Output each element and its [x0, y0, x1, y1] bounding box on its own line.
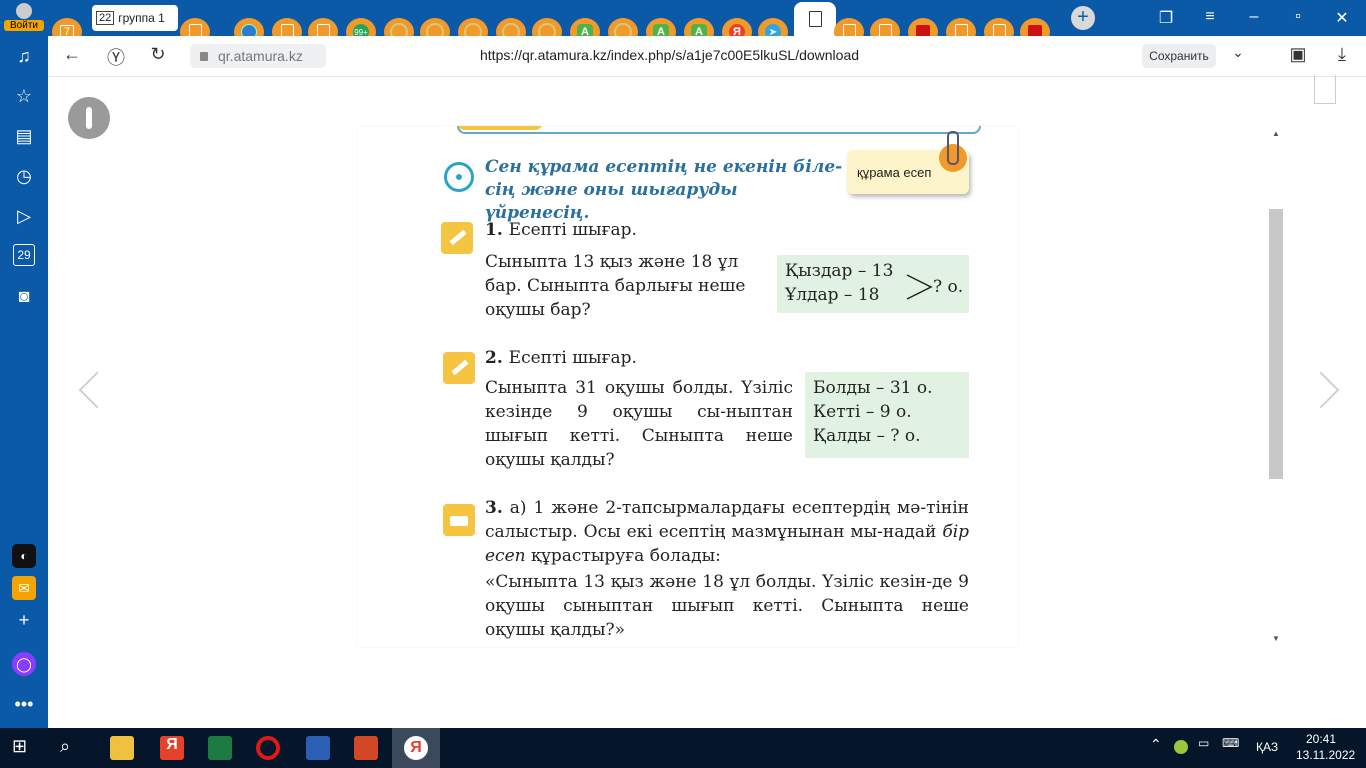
task2-heading: Есепті шығар. — [508, 348, 637, 368]
more-icon[interactable]: ••• — [12, 692, 36, 716]
star-icon[interactable]: ☆ — [12, 84, 36, 108]
add-panel-icon[interactable]: + — [12, 608, 36, 632]
task2-number: 2. — [485, 348, 503, 368]
task1-text: Сыныпта 13 қыз және 18 ұл бар. Сыныпта б… — [485, 252, 746, 320]
tab-group[interactable]: 22 группа 1 — [92, 5, 178, 31]
bookmark-icon[interactable] — [1314, 75, 1336, 104]
task1-heading: Есепті шығар. — [508, 220, 637, 240]
task1-hint-box: Қыздар – 13 Ұлдар – 18 ? о. — [777, 255, 969, 313]
clock-time[interactable]: 20:41 — [1306, 732, 1336, 746]
login-label: Войти — [4, 20, 44, 31]
page-scrollbar[interactable]: ▲ ▼ — [1269, 129, 1285, 646]
tabs-menu-icon[interactable]: ❐ — [1156, 8, 1176, 28]
header-decoration — [457, 126, 981, 134]
pencil-task-icon — [443, 352, 475, 384]
clock-date[interactable]: 13.11.2022 — [1296, 748, 1355, 762]
lesson-goal: Сен құрама есептің не екенін біле-сің жә… — [485, 157, 843, 223]
word-icon[interactable] — [306, 736, 330, 760]
keyboard-icon[interactable]: ⌨ — [1222, 736, 1239, 750]
tab-bar: Войти 7 22 группа 1 99+ A A A Я ➤ + ❐ ≡ … — [0, 0, 1366, 46]
yandex-browser-icon[interactable]: Я — [160, 736, 184, 760]
windows-start-icon[interactable]: ⊞ — [12, 736, 36, 760]
paperclip-icon — [947, 131, 959, 165]
excel-icon[interactable] — [208, 736, 232, 760]
windows-taskbar: ⊞ ⌕ Я Я ⌃ ▭ ⌨ ҚАЗ 20:41 13.11.2022 — [0, 728, 1366, 768]
task3-part2: құрастыруға болады: — [531, 546, 721, 566]
task2-title: 2. Есепті шығар. — [485, 346, 637, 370]
calendar-icon[interactable]: 29 — [13, 244, 35, 266]
menu-icon[interactable]: ≡ — [1200, 8, 1220, 26]
task1-number: 1. — [485, 220, 503, 240]
textbook-page: Сен құрама есептің не екенін біле-сің жә… — [357, 126, 1018, 647]
url-field[interactable]: https://qr.atamura.kz/index.php/s/a1je7c… — [480, 47, 859, 63]
search-icon[interactable]: ⌕ — [60, 736, 84, 760]
mail-icon[interactable]: ✉ — [12, 576, 36, 600]
address-bar: ← Ⓨ ↻ qr.atamura.kz https://qr.atamura.k… — [48, 36, 1366, 77]
reload-icon[interactable]: ↻ — [146, 44, 170, 65]
document-viewer: Сен құрама есептің не екенін біле-сің жә… — [48, 75, 1366, 728]
opera-icon[interactable] — [256, 736, 280, 760]
book-task-icon — [443, 504, 475, 536]
task3-text: 3. а) 1 және 2-тапсырмалардағы есептерді… — [485, 496, 969, 568]
yandex-home-icon[interactable]: Ⓨ — [104, 44, 128, 70]
tray-app-icon[interactable] — [1174, 740, 1188, 754]
group-label: группа 1 — [118, 11, 165, 25]
scroll-thumb[interactable] — [1269, 209, 1283, 479]
powerpoint-icon[interactable] — [354, 736, 378, 760]
browser-sidebar: ♫ ☆ ▤ ◷ ▷ 29 ◙ ◐ ✉ + ◯ ••• — [0, 36, 48, 728]
collections-icon[interactable]: ▤ — [12, 124, 36, 148]
chevron-down-icon[interactable]: ⌄ — [1226, 44, 1250, 61]
minimize-icon[interactable]: – — [1244, 8, 1264, 26]
task3-quote: «Сыныпта 13 қыз және 18 ұл болды. Үзіліс… — [485, 572, 969, 640]
task2-box-line2: Кетті – 9 о. — [813, 402, 912, 422]
language-indicator[interactable]: ҚАЗ — [1256, 740, 1278, 754]
task2-box-line3: Қалды – ? о. — [813, 426, 921, 446]
pencil-task-icon — [441, 222, 473, 254]
task1-title: 1. Есепті шығар. — [485, 218, 637, 242]
active-app-highlight: Я — [392, 728, 440, 768]
pause-button[interactable] — [68, 97, 110, 139]
target-icon — [444, 162, 474, 192]
back-icon[interactable]: ← — [60, 44, 84, 65]
alice-icon[interactable]: ◯ — [12, 652, 36, 676]
brace-icon — [906, 274, 933, 300]
prev-page-arrow[interactable] — [78, 371, 116, 409]
download-icon[interactable]: ⤓ — [1330, 44, 1354, 65]
file-explorer-icon[interactable] — [110, 736, 134, 760]
task1-box-answer: ? о. — [933, 277, 964, 297]
domain-text: qr.atamura.kz — [218, 48, 303, 64]
notification-icon[interactable]: ▭ — [1198, 736, 1209, 750]
task3-number: 3. — [485, 498, 503, 518]
close-icon[interactable]: ✕ — [1332, 8, 1352, 28]
scroll-up-icon[interactable]: ▲ — [1272, 129, 1280, 138]
new-tab-button[interactable]: + — [1071, 6, 1095, 30]
task2-box-line1: Болды – 31 о. — [813, 378, 933, 398]
task2-hint-box: Болды – 31 о. Кетті – 9 о. Қалды – ? о. — [805, 372, 969, 458]
group-count: 22 — [96, 11, 115, 25]
task3-part1: а) 1 және 2-тапсырмалардағы есептердің м… — [485, 498, 970, 542]
yandex-app-icon[interactable]: Я — [404, 736, 428, 760]
save-button[interactable]: Сохранить — [1142, 44, 1216, 68]
login-button[interactable]: Войти — [4, 2, 44, 34]
restore-icon[interactable]: ▫ — [1288, 8, 1308, 26]
video-icon[interactable]: ▷ — [12, 204, 36, 228]
camera-icon[interactable]: ◙ — [12, 284, 36, 308]
reading-mode-icon[interactable]: ▣ — [1286, 44, 1310, 65]
task2-text: Сыныпта 31 оқушы болды. Үзіліс кезінде 9… — [485, 378, 793, 470]
bell-icon[interactable]: ♫ — [12, 44, 36, 68]
tab-active-document[interactable] — [794, 2, 836, 36]
document-icon — [808, 11, 822, 27]
domain-chip[interactable]: qr.atamura.kz — [190, 44, 326, 68]
app-dark-icon[interactable]: ◐ — [12, 544, 36, 568]
tray-chevron-icon[interactable]: ⌃ — [1150, 736, 1162, 753]
scroll-down-icon[interactable]: ▼ — [1272, 634, 1280, 643]
avatar-icon — [16, 3, 32, 19]
next-page-arrow[interactable] — [1302, 371, 1340, 409]
history-icon[interactable]: ◷ — [12, 164, 36, 188]
lock-icon — [200, 51, 208, 61]
